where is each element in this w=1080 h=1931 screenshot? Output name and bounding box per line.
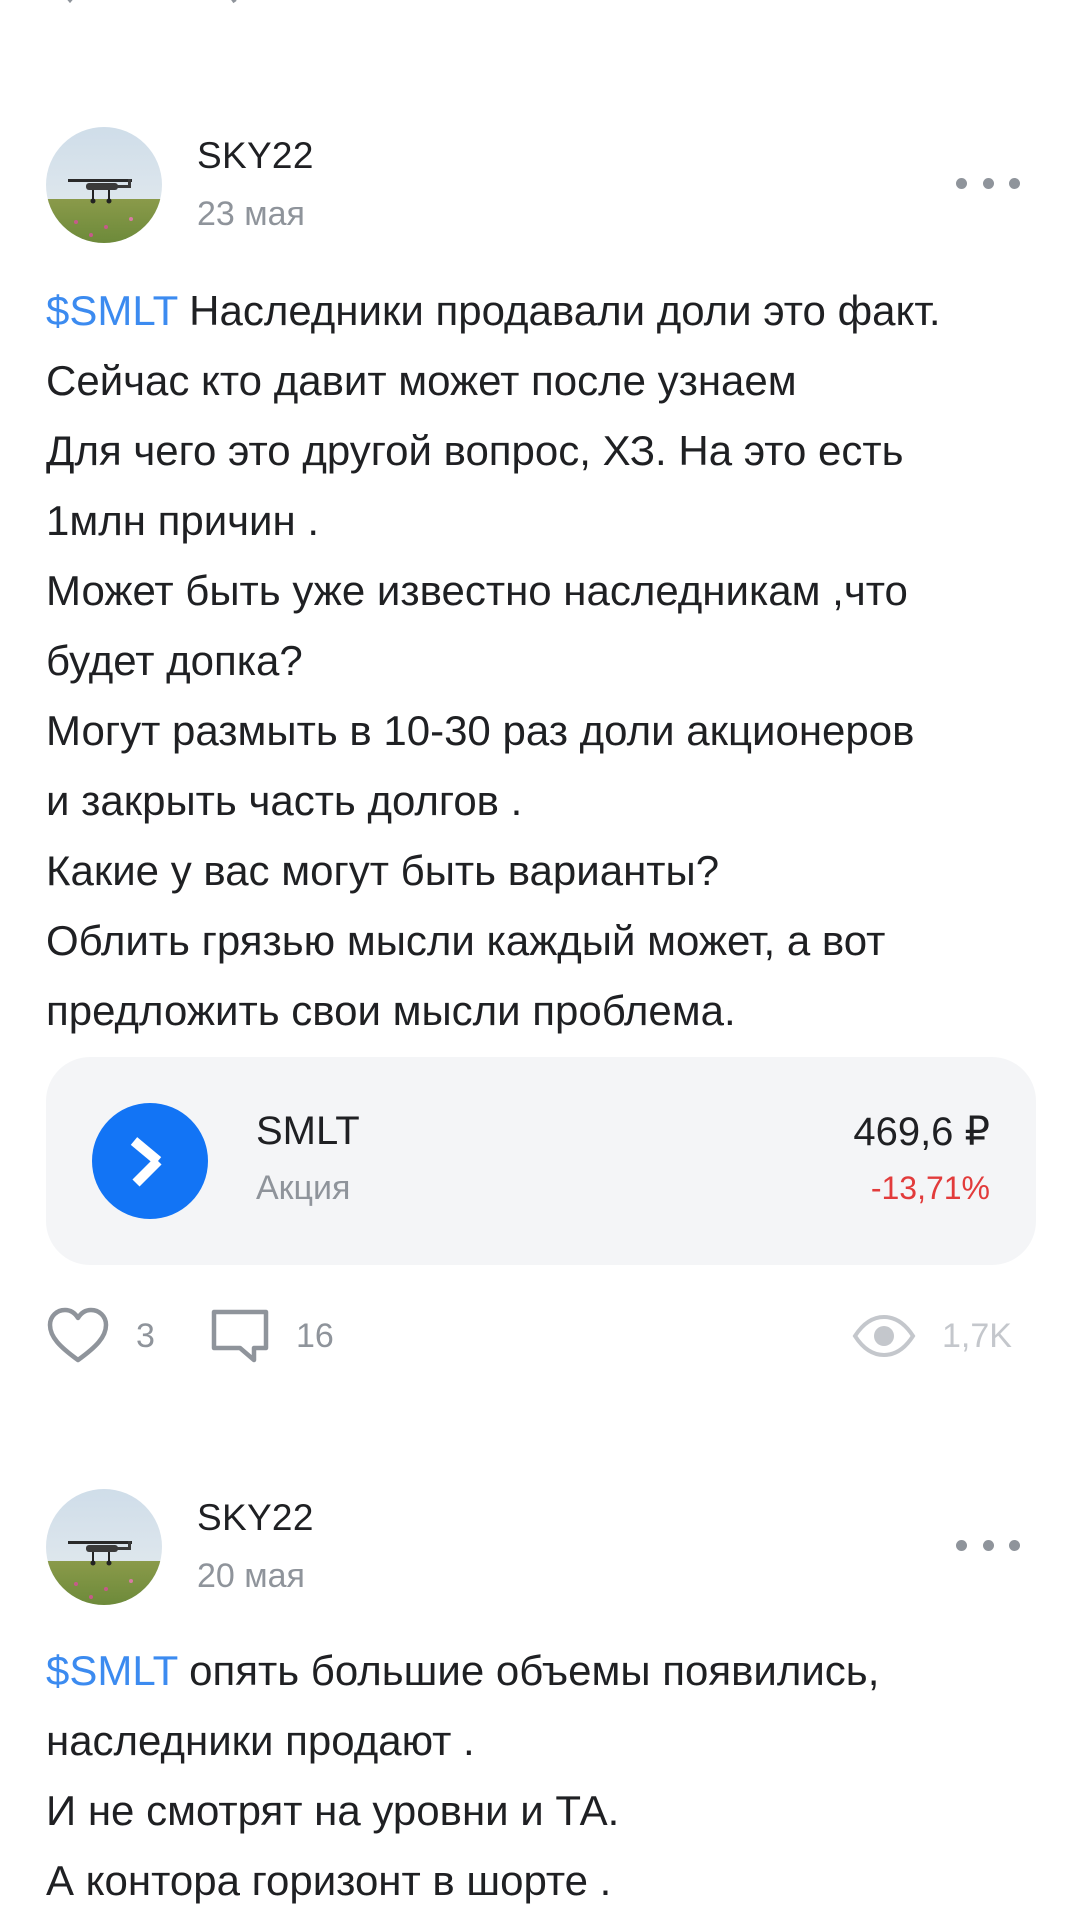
stock-price: 469,6 ₽ [853,1110,990,1154]
post-date: 20 мая [197,1557,305,1595]
post-text: $SMLT Наследники продавали доли это факт… [46,276,1036,1046]
more-icon-dot [982,1539,994,1551]
post-actions: 3 16 1,7K [0,1301,1080,1371]
like-button[interactable]: 3 [46,1301,155,1371]
author-avatar[interactable] [46,1489,162,1605]
post-date: 23 мая [197,195,305,233]
more-icon-dot [1009,177,1020,189]
more-options-button[interactable] [956,1525,1020,1565]
post-text-line: предложить свои мысли проблема. [46,987,736,1034]
post-text-line: опять большие объемы появились, [177,1647,880,1694]
comment-count: 16 [296,1316,334,1355]
more-icon-dot [1009,1539,1020,1551]
post-card: SKY22 20 мая $SMLT опять большие объемы … [0,1489,1080,1916]
airplane-avatar-image [46,1489,162,1605]
stock-type: Акция [256,1169,351,1207]
post-text-line: и закрыть часть долгов . [46,777,523,824]
views-indicator: 1,7K [852,1301,1012,1371]
samolet-logo-icon [130,1137,162,1187]
like-count: 3 [136,1316,155,1355]
airplane-avatar-image [46,127,162,243]
more-options-button[interactable] [956,163,1020,203]
author-name[interactable]: SKY22 [197,135,314,177]
post-card: SKY22 23 мая $SMLT Наследники продавали … [0,127,1080,1046]
post-text-line: Может быть уже известно наследникам ,что [46,567,908,614]
post-text-line: Наследники продавали доли это факт. Сейч… [46,287,941,404]
heart-icon [47,1307,109,1363]
more-icon-dot [956,177,967,189]
post-text-line: Для чего это другой вопрос, ХЗ. На это е… [46,427,904,474]
eye-icon [852,1314,916,1358]
stock-card[interactable]: SMLT Акция 469,6 ₽ -13,71% [46,1057,1036,1265]
post-text-line: И не смотрят на уровни и ТА. [46,1787,620,1834]
feed-page: SKY22 23 мая $SMLT Наследники продавали … [0,0,1080,1931]
more-icon-dot [982,177,994,189]
post-text-line: наследники продают . [46,1717,475,1764]
post-text-first-paragraph: $SMLT опять большие объемы появились, [46,1636,1036,1706]
ticker-link[interactable]: $SMLT [46,1647,178,1694]
ticker-link[interactable]: $SMLT [46,287,178,334]
post-header: SKY22 23 мая [0,127,1080,247]
stock-ticker: SMLT [256,1109,360,1153]
views-count: 1,7K [942,1316,1012,1355]
stock-logo [92,1103,208,1219]
post-header: SKY22 20 мая [0,1489,1080,1609]
post-text-line: 1млн причин . [46,497,320,544]
post-text-line: А контора горизонт в шорте . [46,1857,612,1904]
post-text-line: Облить грязью мысли каждый может, а вот [46,917,886,964]
comment-icon [211,1309,269,1363]
author-name[interactable]: SKY22 [197,1497,314,1539]
post-text-line: Могут размыть в 10-30 раз доли акционеро… [46,707,915,754]
stock-change: -13,71% [870,1170,990,1206]
post-text-first-paragraph: $SMLT Наследники продавали доли это факт… [46,276,1036,416]
previous-post-actions [0,0,1080,20]
author-avatar[interactable] [46,127,162,243]
more-icon-dot [956,1539,967,1551]
post-text: $SMLT опять большие объемы появились, на… [46,1636,1036,1916]
comment-button[interactable]: 16 [210,1301,334,1371]
previous-post-icons [67,0,237,4]
post-text-line: будет допка? [46,637,303,684]
post-text-line: Какие у вас могут быть варианты? [46,847,720,894]
